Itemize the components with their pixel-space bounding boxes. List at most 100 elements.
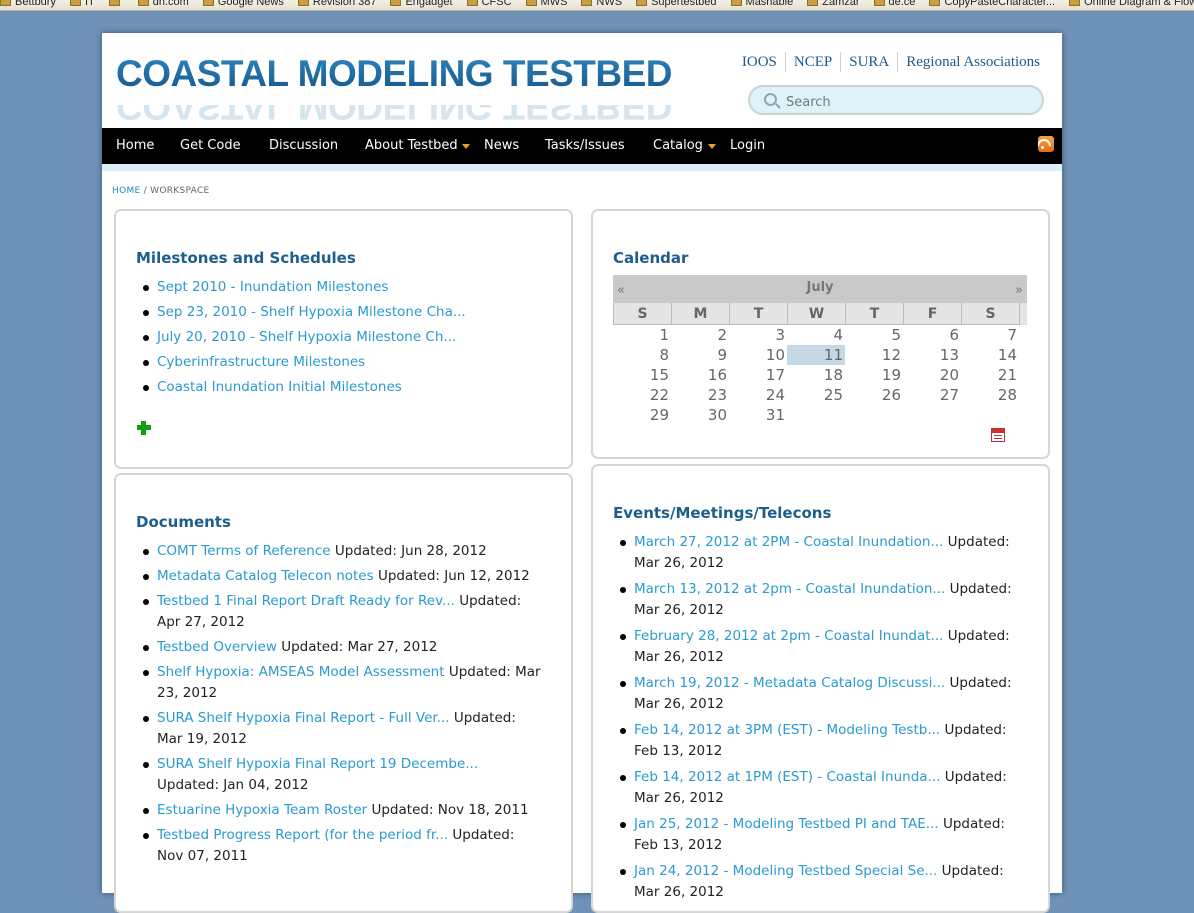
updated-date: Updated: Jan 04, 2012 — [157, 777, 309, 793]
document-link[interactable]: Metadata Catalog Telecon notes — [157, 568, 374, 584]
calendar-icon[interactable] — [991, 428, 1005, 442]
calendar-day[interactable]: 15 — [613, 365, 671, 385]
calendar-day[interactable]: 13 — [903, 345, 961, 365]
event-link[interactable]: Feb 14, 2012 at 1PM (EST) - Coastal Inun… — [634, 769, 940, 785]
calendar-day[interactable]: 29 — [613, 405, 671, 425]
bookmark-item[interactable]: Bettbury — [0, 0, 56, 8]
document-link[interactable]: Testbed Progress Report (for the period … — [157, 827, 448, 843]
breadcrumb-home-link[interactable]: HOME — [112, 186, 141, 196]
calendar-day[interactable]: 16 — [671, 365, 729, 385]
partner-link-ncep[interactable]: NCEP — [784, 52, 840, 72]
milestone-link[interactable]: Sept 2010 - Inundation Milestones — [157, 279, 388, 295]
document-link[interactable]: Shelf Hypoxia: AMSEAS Model Assessment — [157, 664, 445, 680]
bookmark-item[interactable]: CFSC — [467, 0, 512, 8]
nav-discussion[interactable]: Discussion — [269, 128, 338, 164]
document-link[interactable]: SURA Shelf Hypoxia Final Report - Full V… — [157, 710, 450, 726]
bookmark-item[interactable]: MWS — [526, 0, 568, 8]
bookmark-item[interactable]: Mashable — [731, 0, 794, 8]
calendar-day[interactable]: 1 — [613, 325, 671, 345]
bookmark-item[interactable]: IT — [70, 0, 95, 8]
search-input[interactable] — [784, 91, 1028, 113]
calendar-day[interactable]: 17 — [729, 365, 787, 385]
document-link[interactable]: COMT Terms of Reference — [157, 543, 331, 559]
calendar-day[interactable]: 4 — [787, 325, 845, 345]
calendar-day[interactable]: 14 — [961, 345, 1019, 365]
documents-list: COMT Terms of Reference Updated: Jun 28,… — [136, 541, 541, 871]
calendar-day[interactable]: 5 — [845, 325, 903, 345]
bookmark-item[interactable]: CopyPasteCharacter... — [929, 0, 1055, 8]
bookmark-item[interactable]: Google News — [203, 0, 284, 8]
document-link[interactable]: Testbed Overview — [157, 639, 277, 655]
milestone-link[interactable]: Sep 23, 2010 - Shelf Hypoxia Milestone C… — [157, 304, 466, 320]
nav-login[interactable]: Login — [730, 128, 765, 164]
partner-link-regional-associations[interactable]: Regional Associations — [897, 52, 1048, 72]
nav-about-testbed[interactable]: About Testbed — [365, 128, 458, 164]
event-link[interactable]: March 13, 2012 at 2pm - Coastal Inundati… — [634, 581, 945, 597]
calendar-day[interactable]: 8 — [613, 345, 671, 365]
event-link[interactable]: February 28, 2012 at 2pm - Coastal Inund… — [634, 628, 943, 644]
search-box — [748, 85, 1044, 115]
breadcrumb: HOME / WORKSPACE — [112, 186, 210, 196]
nav-get-code[interactable]: Get Code — [180, 128, 241, 164]
event-link[interactable]: March 27, 2012 at 2PM - Coastal Inundati… — [634, 534, 943, 550]
bookmark-item[interactable]: Revision 387 — [298, 0, 377, 8]
calendar-day[interactable]: 22 — [613, 385, 671, 405]
nav-home[interactable]: Home — [116, 128, 154, 164]
documents-panel: Documents COMT Terms of Reference Update… — [114, 473, 573, 913]
add-icon[interactable] — [136, 420, 152, 436]
milestone-link[interactable]: July 20, 2010 - Shelf Hypoxia Milestone … — [157, 329, 456, 345]
calendar-day[interactable]: 6 — [903, 325, 961, 345]
document-link[interactable]: Testbed 1 Final Report Draft Ready for R… — [157, 593, 455, 609]
calendar-day[interactable]: 27 — [903, 385, 961, 405]
events-panel: Events/Meetings/Telecons March 27, 2012 … — [591, 464, 1050, 913]
nav-catalog[interactable]: Catalog — [653, 128, 703, 164]
calendar-day[interactable]: 23 — [671, 385, 729, 405]
calendar-day[interactable]: 9 — [671, 345, 729, 365]
calendar-day[interactable]: 10 — [729, 345, 787, 365]
nav-news[interactable]: News — [484, 128, 519, 164]
site-logo[interactable]: COASTAL MODELING TESTBED — [116, 53, 673, 113]
calendar-day[interactable]: 20 — [903, 365, 961, 385]
bookmark-item[interactable] — [109, 0, 124, 8]
document-link[interactable]: Estuarine Hypoxia Team Roster — [157, 802, 367, 818]
document-link[interactable]: SURA Shelf Hypoxia Final Report 19 Decem… — [157, 756, 478, 772]
rss-feed-icon[interactable] — [1038, 136, 1054, 152]
calendar-day[interactable]: 21 — [961, 365, 1019, 385]
chevron-down-icon[interactable] — [462, 144, 470, 149]
bookmark-item[interactable]: dn.com — [138, 0, 189, 8]
bookmark-item[interactable]: Zamzar — [807, 0, 859, 8]
nav-tasks-issues[interactable]: Tasks/Issues — [545, 128, 625, 164]
weekday-label: F — [904, 303, 962, 325]
calendar-day[interactable]: 12 — [845, 345, 903, 365]
event-link[interactable]: Jan 25, 2012 - Modeling Testbed PI and T… — [634, 816, 939, 832]
calendar-day[interactable]: 11 — [787, 345, 845, 365]
calendar-day[interactable]: 30 — [671, 405, 729, 425]
calendar-day[interactable]: 25 — [787, 385, 845, 405]
bookmark-item[interactable]: Online Diagram & Flow... — [1069, 0, 1194, 8]
event-link[interactable]: March 19, 2012 - Metadata Catalog Discus… — [634, 675, 945, 691]
chevron-down-icon[interactable] — [708, 144, 716, 149]
calendar-day[interactable]: 24 — [729, 385, 787, 405]
calendar-next-button[interactable]: » — [1015, 283, 1023, 298]
updated-date: Updated: Mar 27, 2012 — [281, 639, 438, 655]
event-link[interactable]: Feb 14, 2012 at 3PM (EST) - Modeling Tes… — [634, 722, 940, 738]
calendar-day[interactable]: 18 — [787, 365, 845, 385]
calendar-day[interactable]: 7 — [961, 325, 1019, 345]
bookmark-item[interactable]: de.ce — [874, 0, 916, 8]
partner-link-sura[interactable]: SURA — [840, 52, 897, 72]
calendar-day[interactable]: 2 — [671, 325, 729, 345]
calendar-day[interactable]: 28 — [961, 385, 1019, 405]
calendar-day[interactable]: 26 — [845, 385, 903, 405]
calendar-day[interactable]: 3 — [729, 325, 787, 345]
list-item: Estuarine Hypoxia Team Roster Updated: N… — [136, 800, 541, 821]
milestone-link[interactable]: Coastal Inundation Initial Milestones — [157, 379, 402, 395]
milestone-link[interactable]: Cyberinfrastructure Milestones — [157, 354, 365, 370]
calendar-month: July — [806, 280, 834, 295]
bookmark-item[interactable]: Supertestbed — [636, 0, 716, 8]
bookmark-item[interactable]: NWS — [581, 0, 622, 8]
partner-link-ioos[interactable]: IOOS — [734, 52, 785, 72]
calendar-day[interactable]: 31 — [729, 405, 787, 425]
calendar-day[interactable]: 19 — [845, 365, 903, 385]
event-link[interactable]: Jan 24, 2012 - Modeling Testbed Special … — [634, 863, 937, 879]
bookmark-item[interactable]: Engadget — [390, 0, 452, 8]
